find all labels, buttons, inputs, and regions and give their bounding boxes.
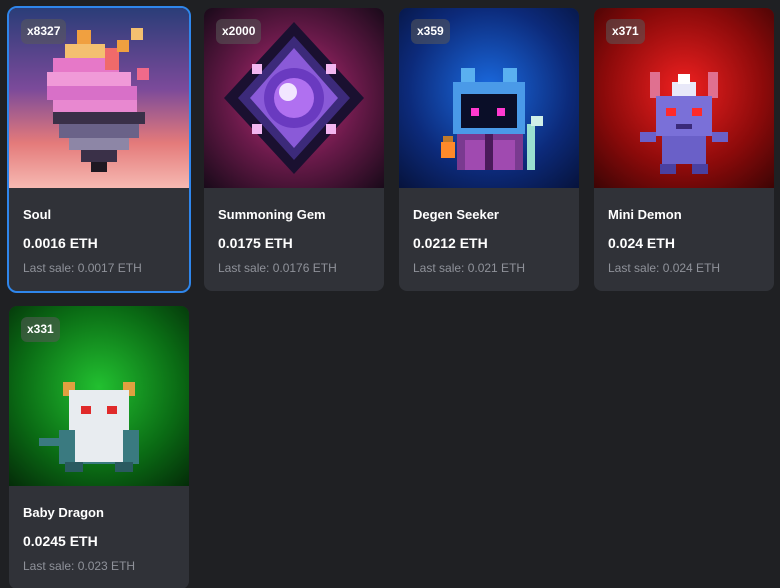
quantity-badge: x2000: [216, 19, 262, 44]
quantity-badge: x331: [21, 317, 60, 342]
item-name: Summoning Gem: [218, 207, 326, 222]
last-sale: Last sale: 0.021 ETH: [413, 261, 526, 275]
item-thumbnail: x331: [9, 306, 189, 486]
quantity-badge: x371: [606, 19, 645, 44]
item-price: 0.0175 ETH: [218, 235, 293, 251]
item-thumbnail: x359: [399, 8, 579, 188]
last-sale: Last sale: 0.024 ETH: [608, 261, 721, 275]
item-name: Degen Seeker: [413, 207, 499, 222]
last-sale: Last sale: 0.0017 ETH: [23, 261, 142, 275]
item-thumbnail: x2000: [204, 8, 384, 188]
last-sale: Last sale: 0.023 ETH: [23, 559, 136, 573]
item-price: 0.024 ETH: [608, 235, 675, 251]
quantity-badge: x8327: [21, 19, 67, 44]
item-card-soul[interactable]: x8327 Soul 0.0016 ETH Last sale: 0.0017 …: [7, 6, 191, 293]
item-grid: x8327 Soul 0.0016 ETH Last sale: 0.0017 …: [0, 0, 780, 588]
quantity-badge: x359: [411, 19, 450, 44]
item-name: Mini Demon: [608, 207, 682, 222]
item-card-degen-seeker[interactable]: x359 Degen Seeker 0.0212 ETH Last sale: …: [399, 8, 579, 291]
item-thumbnail: x371: [594, 8, 774, 188]
item-price: 0.0016 ETH: [23, 235, 98, 251]
item-card-summoning-gem[interactable]: x2000 Summoning Gem 0.0175 ETH Last sale…: [204, 8, 384, 291]
item-name: Soul: [23, 207, 52, 222]
last-sale: Last sale: 0.0176 ETH: [218, 261, 337, 275]
item-price: 0.0245 ETH: [23, 533, 98, 549]
item-price: 0.0212 ETH: [413, 235, 488, 251]
item-card-mini-demon[interactable]: x371 Mini Demon 0.024 ETH Last sale: 0.0…: [594, 8, 774, 291]
item-card-baby-dragon[interactable]: x331 Baby Dragon 0.0245 ETH Last sale: 0…: [9, 306, 189, 588]
item-name: Baby Dragon: [23, 505, 104, 520]
item-thumbnail: x8327: [9, 8, 189, 188]
